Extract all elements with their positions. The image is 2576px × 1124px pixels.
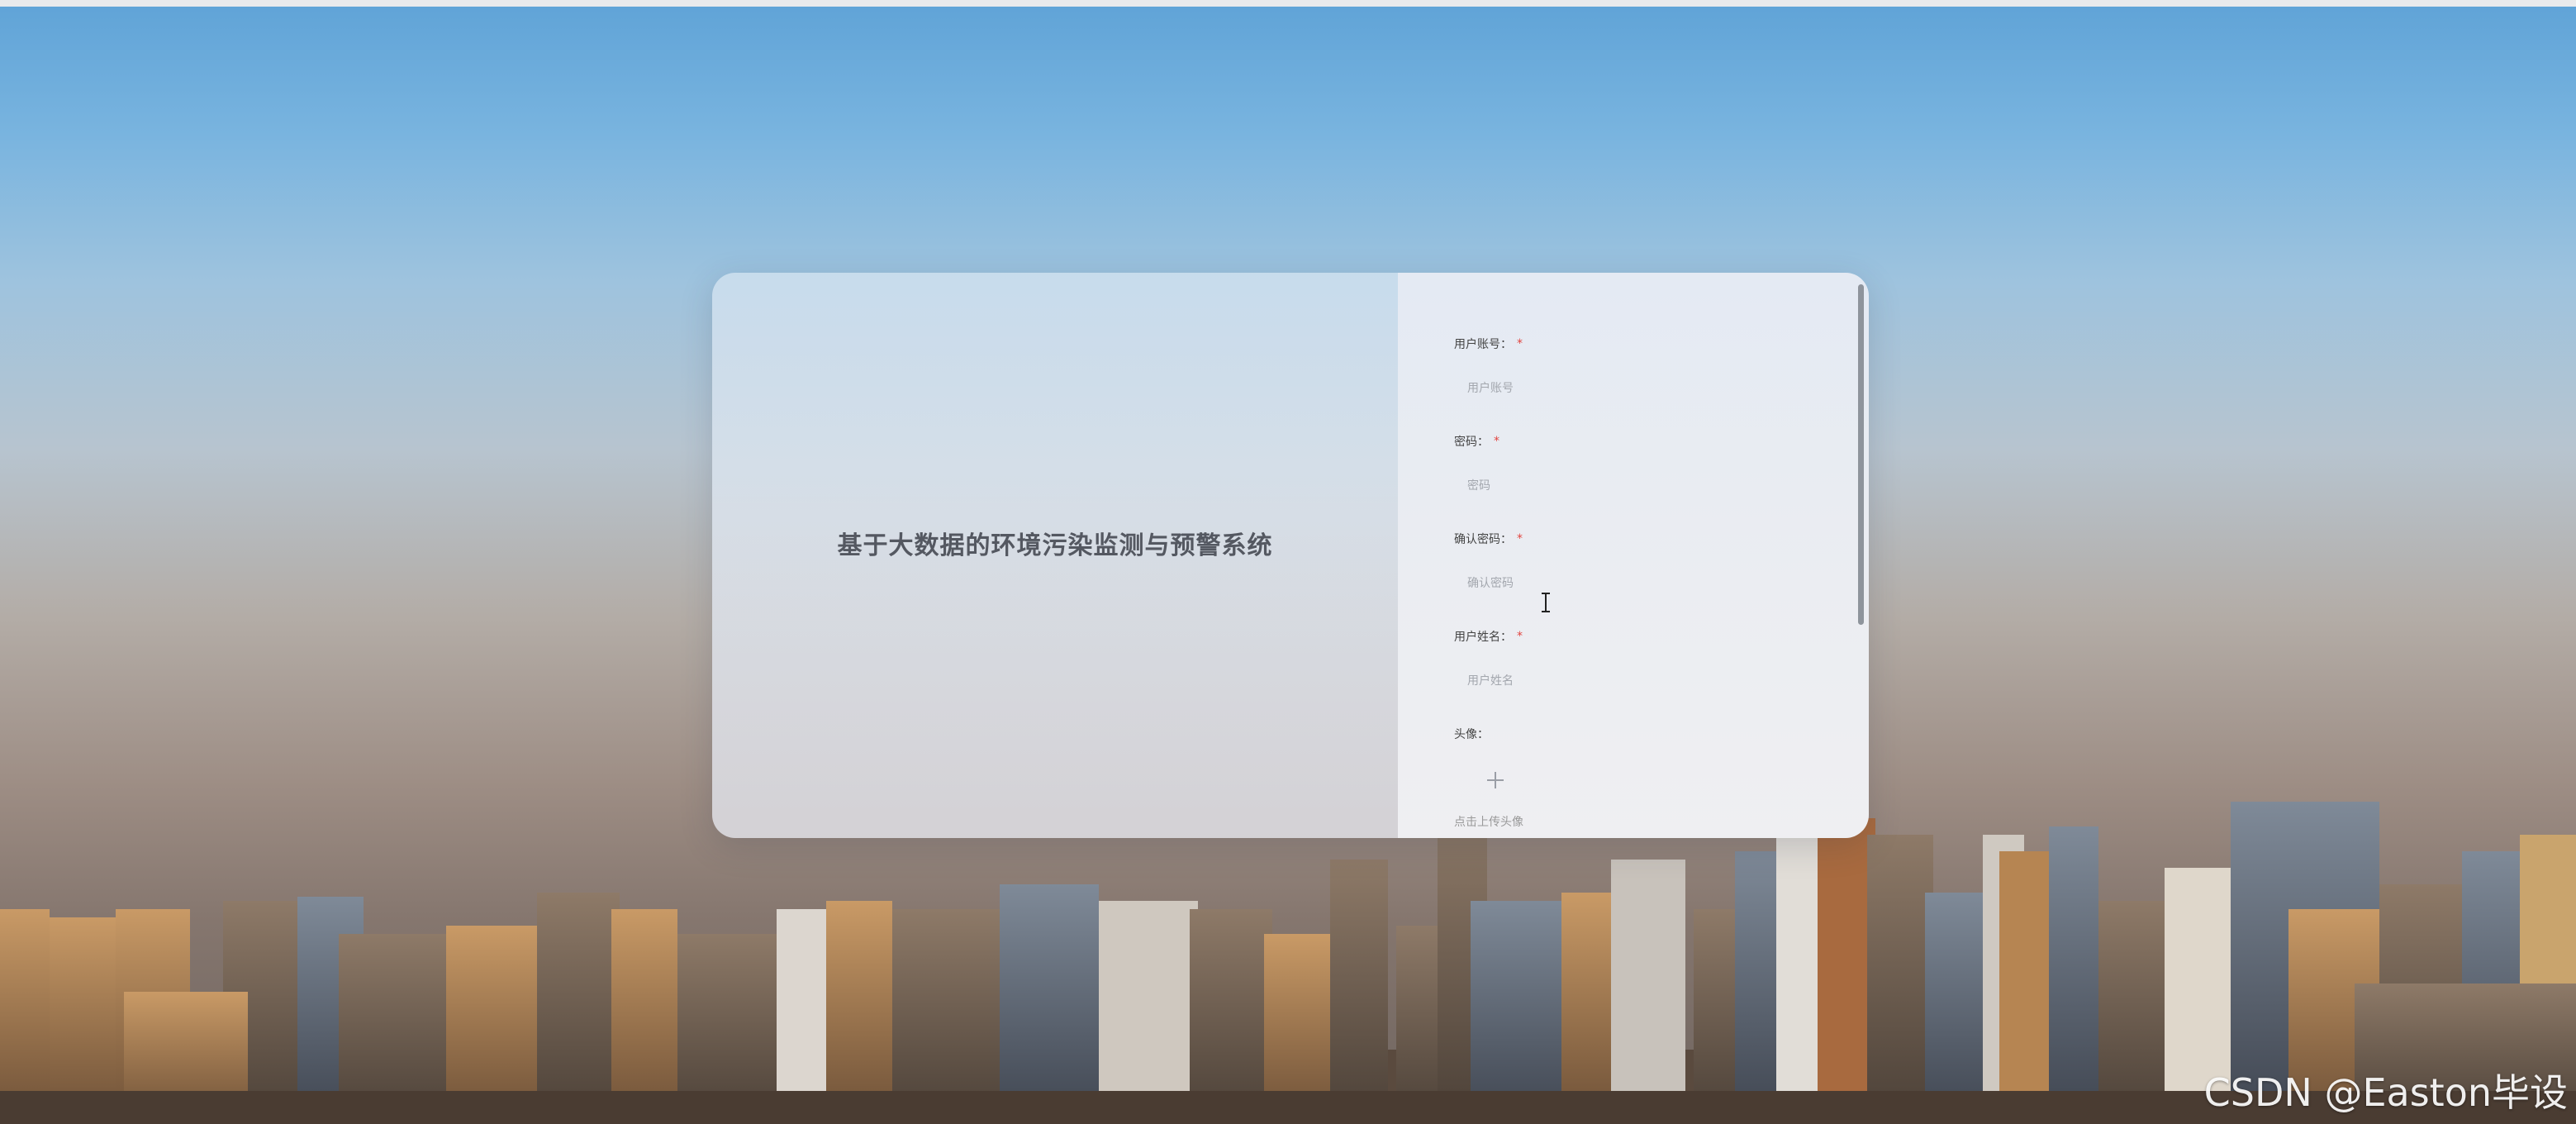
name-label-text: 用户姓名： (1454, 631, 1512, 644)
register-form: 用户账号： * 密码： * 确认密码： * (1454, 334, 1818, 830)
confirm-password-label-text: 确认密码： (1454, 533, 1512, 546)
avatar-upload-caption[interactable]: 点击上传头像 (1454, 813, 1818, 830)
password-input[interactable] (1454, 468, 1818, 504)
field-password: 密码： * (1454, 431, 1818, 529)
confirm-password-label: 确认密码： * (1454, 529, 1818, 549)
avatar-label-text: 头像： (1454, 728, 1489, 741)
account-label-text: 用户账号： (1454, 338, 1512, 351)
card-title-panel: 基于大数据的环境污染监测与预警系统 (712, 273, 1398, 838)
field-account: 用户账号： * (1454, 334, 1818, 431)
system-title: 基于大数据的环境污染监测与预警系统 (837, 531, 1273, 560)
field-confirm-password: 确认密码： * (1454, 529, 1818, 626)
register-card: 基于大数据的环境污染监测与预警系统 用户账号： * 密码： * (712, 273, 1869, 838)
confirm-password-input[interactable] (1454, 565, 1818, 602)
password-label: 密码： * (1454, 431, 1818, 451)
plus-icon (1487, 772, 1504, 788)
watermark: CSDN @Easton毕设 (2203, 1070, 2568, 1115)
browser-top-strip (0, 0, 2576, 7)
required-mark: * (1494, 435, 1499, 448)
required-mark: * (1517, 630, 1523, 643)
avatar-label: 头像： (1454, 724, 1818, 744)
required-mark: * (1517, 337, 1523, 350)
field-name: 用户姓名： * (1454, 626, 1818, 724)
text-cursor-icon (1542, 593, 1550, 612)
page: 基于大数据的环境污染监测与预警系统 用户账号： * 密码： * (0, 0, 2576, 1124)
register-form-panel[interactable]: 用户账号： * 密码： * 确认密码： * (1398, 273, 1869, 838)
name-input[interactable] (1454, 663, 1818, 699)
avatar-upload-button[interactable] (1479, 764, 1512, 797)
field-avatar: 头像： 点击上传头像 (1454, 724, 1818, 830)
password-label-text: 密码： (1454, 436, 1489, 449)
account-input[interactable] (1454, 370, 1818, 407)
account-label: 用户账号： * (1454, 334, 1818, 354)
form-scrollbar[interactable] (1858, 284, 1864, 625)
name-label: 用户姓名： * (1454, 626, 1818, 646)
required-mark: * (1517, 532, 1523, 545)
